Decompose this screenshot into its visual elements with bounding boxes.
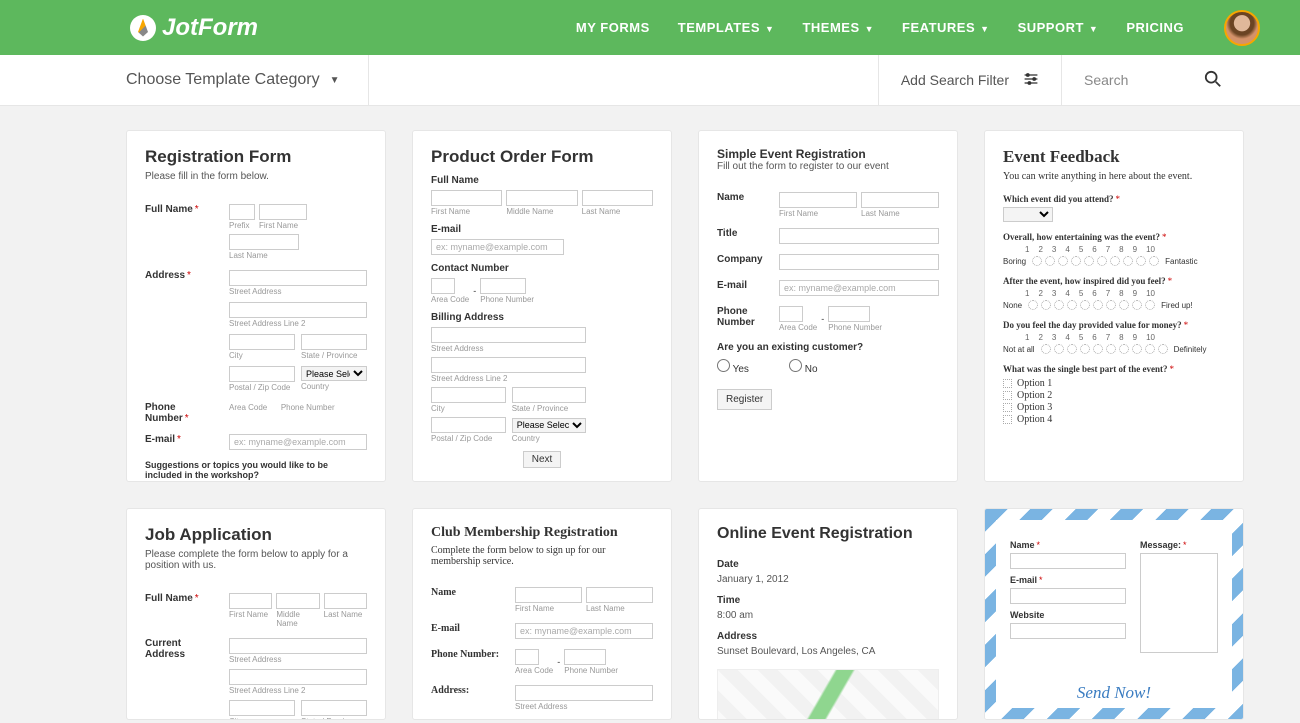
map-thumbnail (717, 669, 939, 720)
filter-icon (1023, 71, 1039, 90)
search-input[interactable] (1084, 72, 1164, 88)
toolbar: Choose Template Category ▼ Add Search Fi… (0, 55, 1300, 106)
logo[interactable]: JotForm (130, 14, 258, 42)
card-title: Event Feedback (1003, 147, 1225, 167)
chevron-down-icon: ▼ (762, 24, 774, 34)
nav-myforms[interactable]: MY FORMS (576, 20, 650, 35)
category-dropdown[interactable]: Choose Template Category ▼ (126, 55, 369, 105)
send-now-button[interactable]: Send Now! (985, 683, 1243, 703)
register-button[interactable]: Register (717, 389, 772, 410)
search-icon[interactable] (1204, 70, 1222, 91)
card-title: Product Order Form (431, 147, 653, 167)
add-search-filter[interactable]: Add Search Filter (879, 55, 1062, 105)
template-card-product-order[interactable]: Product Order Form Full Name First Name … (412, 130, 672, 482)
nav-pricing[interactable]: PRICING (1126, 20, 1184, 35)
main-nav: MY FORMS TEMPLATES ▼ THEMES ▼ FEATURES ▼… (576, 10, 1260, 46)
chevron-down-icon: ▼ (1086, 24, 1098, 34)
card-title: Simple Event Registration (717, 147, 939, 161)
template-card-simple-event[interactable]: Simple Event Registration Fill out the f… (698, 130, 958, 482)
chevron-down-icon: ▼ (977, 24, 989, 34)
templates-grid: Registration Form Please fill in the for… (0, 106, 1300, 720)
card-title: Club Membership Registration (431, 525, 653, 541)
nav-themes[interactable]: THEMES ▼ (802, 20, 874, 35)
card-title: Job Application (145, 525, 367, 545)
next-button[interactable]: Next (523, 451, 562, 468)
card-title: Registration Form (145, 147, 367, 167)
template-card-club-membership[interactable]: Club Membership Registration Complete th… (412, 508, 672, 720)
logo-icon (130, 15, 156, 41)
nav-templates[interactable]: TEMPLATES ▼ (678, 20, 775, 35)
nav-features[interactable]: FEATURES ▼ (902, 20, 990, 35)
main-header: JotForm MY FORMS TEMPLATES ▼ THEMES ▼ FE… (0, 0, 1300, 55)
category-label: Choose Template Category (126, 71, 320, 89)
search-box (1062, 55, 1244, 105)
nav-support[interactable]: SUPPORT ▼ (1018, 20, 1099, 35)
card-subtitle: Please fill in the form below. (145, 171, 367, 182)
card-title: Online Event Registration (717, 525, 939, 543)
avatar[interactable] (1224, 10, 1260, 46)
brand-text: JotForm (162, 14, 258, 42)
template-card-online-event[interactable]: Online Event Registration Date January 1… (698, 508, 958, 720)
template-card-job-application[interactable]: Job Application Please complete the form… (126, 508, 386, 720)
chevron-down-icon: ▼ (862, 24, 874, 34)
chevron-down-icon: ▼ (330, 75, 340, 86)
template-card-event-feedback[interactable]: Event Feedback You can write anything in… (984, 130, 1244, 482)
filter-label: Add Search Filter (901, 72, 1009, 88)
template-card-registration[interactable]: Registration Form Please fill in the for… (126, 130, 386, 482)
template-card-postcard[interactable]: Name* E-mail* Website Message:* Send Now… (984, 508, 1244, 720)
